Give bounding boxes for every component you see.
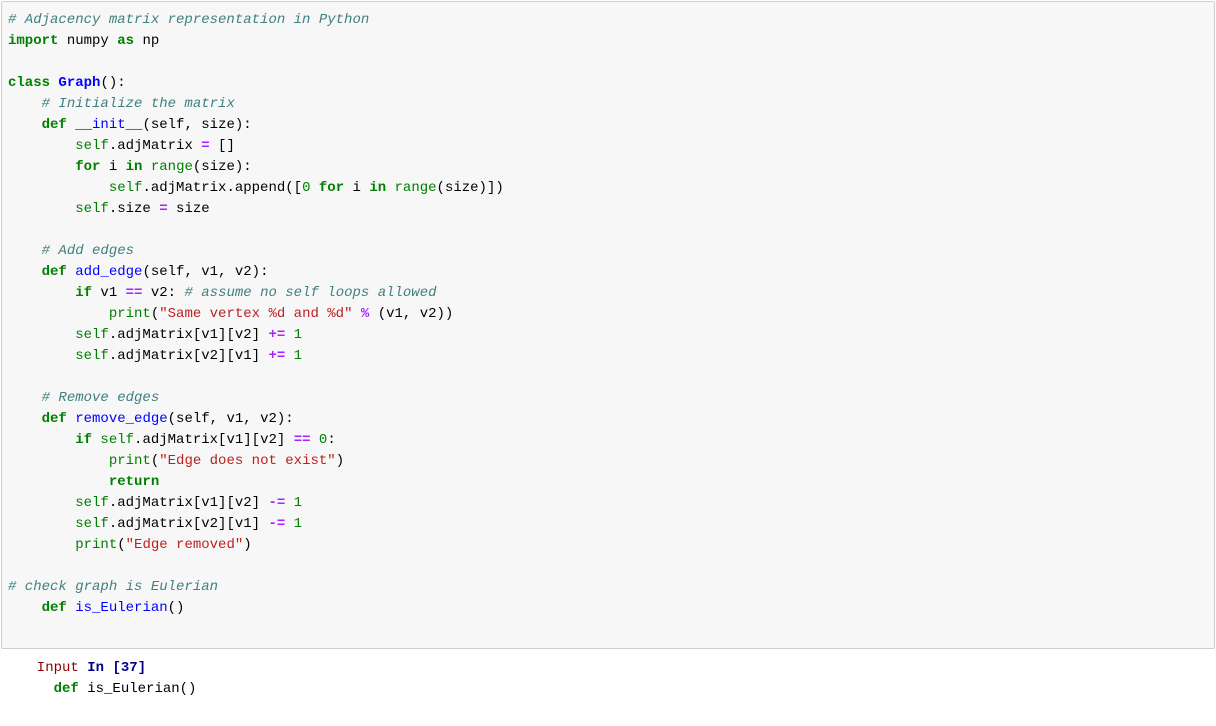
- op: +=: [268, 327, 285, 343]
- text: .adjMatrix[v2][v1]: [109, 516, 269, 532]
- self: self: [75, 327, 109, 343]
- builtin: range: [142, 159, 192, 175]
- text: :: [327, 432, 335, 448]
- text: i: [100, 159, 125, 175]
- op: -=: [268, 516, 285, 532]
- paren: (): [180, 681, 197, 697]
- keyword-as: as: [117, 33, 134, 49]
- func-name: add_edge: [67, 264, 143, 280]
- output-area: Input In [37] def is_Eulerian(): [0, 650, 1216, 700]
- keyword-in: in: [126, 159, 143, 175]
- text: (: [151, 306, 159, 322]
- builtin: print: [75, 537, 117, 553]
- op: -=: [268, 495, 285, 511]
- text: .adjMatrix[v1][v2]: [109, 495, 269, 511]
- keyword-in: in: [369, 180, 386, 196]
- text: .adjMatrix.append([: [142, 180, 302, 196]
- op: ==: [126, 285, 143, 301]
- output-in: In: [87, 660, 112, 676]
- punct: ():: [100, 75, 125, 91]
- params: (self, v1, v2):: [142, 264, 268, 280]
- keyword-def: def: [42, 264, 67, 280]
- keyword-def: def: [42, 117, 67, 133]
- text: (v1, v2)): [369, 306, 453, 322]
- params: (): [168, 600, 185, 616]
- comment: # Initialize the matrix: [42, 96, 235, 112]
- comment: # Remove edges: [42, 390, 160, 406]
- text: v2:: [142, 285, 184, 301]
- text: []: [210, 138, 235, 154]
- comment: # check graph is Eulerian: [8, 579, 218, 595]
- string: "Edge removed": [126, 537, 244, 553]
- self: self: [75, 495, 109, 511]
- string: "Same vertex %d and %d": [159, 306, 352, 322]
- keyword-def: def: [54, 681, 79, 697]
- comment: # Adjacency matrix representation in Pyt…: [8, 12, 369, 28]
- comment: # assume no self loops allowed: [184, 285, 436, 301]
- comment: # Add edges: [42, 243, 134, 259]
- text: .adjMatrix[v1][v2]: [109, 327, 269, 343]
- text: (size)]): [437, 180, 504, 196]
- builtin: range: [386, 180, 436, 196]
- func-name: __init__: [67, 117, 143, 133]
- keyword-import: import: [8, 33, 58, 49]
- keyword-if: if: [75, 285, 92, 301]
- text: v1: [92, 285, 126, 301]
- keyword-def: def: [42, 600, 67, 616]
- self: self: [92, 432, 134, 448]
- op: +=: [268, 348, 285, 364]
- number: 1: [285, 495, 302, 511]
- text: ): [243, 537, 251, 553]
- class-name: Graph: [50, 75, 100, 91]
- op: ==: [294, 432, 311, 448]
- keyword-return: return: [109, 474, 159, 490]
- bracket: [: [112, 660, 120, 676]
- text: numpy: [58, 33, 117, 49]
- self: self: [75, 516, 109, 532]
- keyword-class: class: [8, 75, 50, 91]
- func-name: remove_edge: [67, 411, 168, 427]
- text: .adjMatrix: [109, 138, 201, 154]
- op: %: [352, 306, 369, 322]
- keyword-for: for: [75, 159, 100, 175]
- text: ): [336, 453, 344, 469]
- text: i: [344, 180, 369, 196]
- number: 1: [285, 327, 302, 343]
- self: self: [75, 201, 109, 217]
- string: "Edge does not exist": [159, 453, 335, 469]
- indent: [20, 681, 54, 697]
- params: (self, v1, v2):: [168, 411, 294, 427]
- builtin: print: [109, 306, 151, 322]
- text: (: [117, 537, 125, 553]
- builtin: print: [109, 453, 151, 469]
- keyword-if: if: [75, 432, 92, 448]
- bracket: ]: [138, 660, 146, 676]
- text: size: [168, 201, 210, 217]
- op: =: [201, 138, 209, 154]
- text: .adjMatrix[v1][v2]: [134, 432, 294, 448]
- text: np: [134, 33, 159, 49]
- text: (: [151, 453, 159, 469]
- op: =: [159, 201, 167, 217]
- number: 0: [311, 432, 328, 448]
- text: .adjMatrix[v2][v1]: [109, 348, 269, 364]
- code-editor[interactable]: # Adjacency matrix representation in Pyt…: [8, 10, 1206, 640]
- code-cell[interactable]: # Adjacency matrix representation in Pyt…: [1, 1, 1215, 649]
- text: (size):: [193, 159, 252, 175]
- self: self: [109, 180, 143, 196]
- keyword-for: for: [310, 180, 344, 196]
- output-input-label: Input: [20, 660, 87, 676]
- self: self: [75, 348, 109, 364]
- func-name: is_Eulerian: [67, 600, 168, 616]
- func-name: is_Eulerian: [79, 681, 180, 697]
- number: 1: [285, 348, 302, 364]
- text: .size: [109, 201, 159, 217]
- keyword-def: def: [42, 411, 67, 427]
- self: self: [75, 138, 109, 154]
- exec-count: 37: [121, 660, 138, 676]
- params: (self, size):: [142, 117, 251, 133]
- number: 1: [285, 516, 302, 532]
